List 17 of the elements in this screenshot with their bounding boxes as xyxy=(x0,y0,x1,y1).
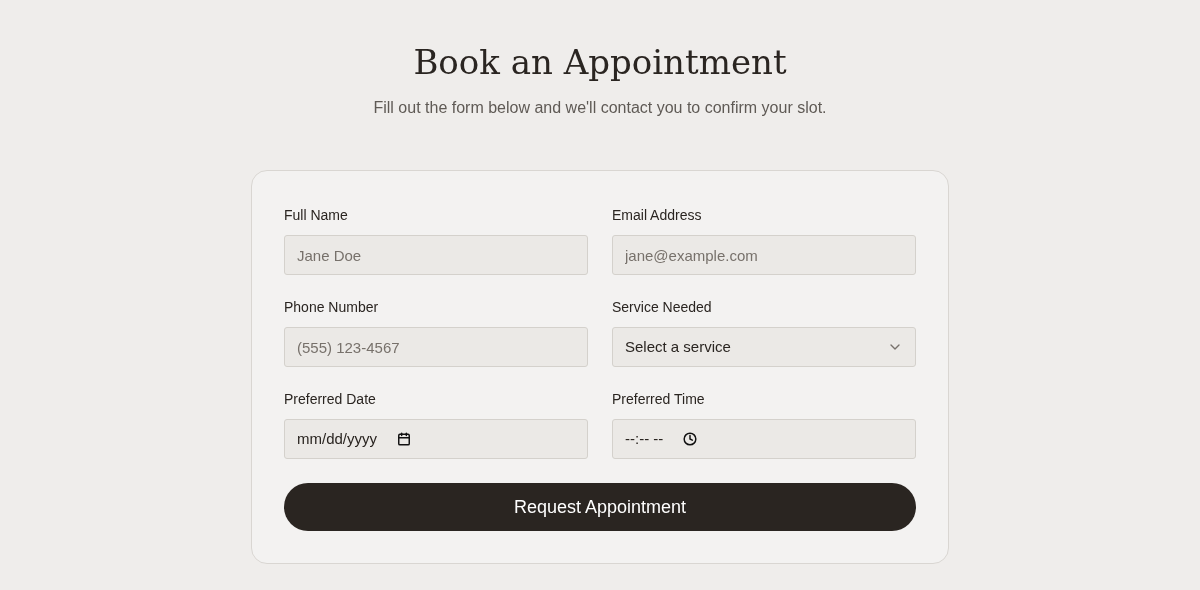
input-field[interactable]: (555) 123-4567 xyxy=(284,327,588,367)
field-label: Email Address xyxy=(612,206,703,225)
field-label: Preferred Date xyxy=(284,390,377,409)
field-label: Service Needed xyxy=(612,298,713,317)
time-field[interactable]: --:-- -- xyxy=(612,419,916,459)
input-field[interactable]: jane@example.com xyxy=(612,235,916,275)
date-field[interactable]: mm/dd/yyyy xyxy=(284,419,588,459)
field-label: Preferred Time xyxy=(612,390,706,409)
calendar-icon[interactable] xyxy=(397,432,411,446)
page-subtitle: Fill out the form below and we'll contact you to confirm your slot. xyxy=(373,98,827,118)
clock-icon[interactable] xyxy=(683,432,698,446)
request-appointment-button[interactable]: Request Appointment xyxy=(284,483,916,531)
select-field[interactable]: Select a service xyxy=(612,327,916,367)
field-label: Full Name xyxy=(284,206,349,225)
input-field[interactable]: Jane Doe xyxy=(284,235,588,275)
field-label: Phone Number xyxy=(284,298,380,317)
page-title: Book an Appointment xyxy=(413,41,787,84)
